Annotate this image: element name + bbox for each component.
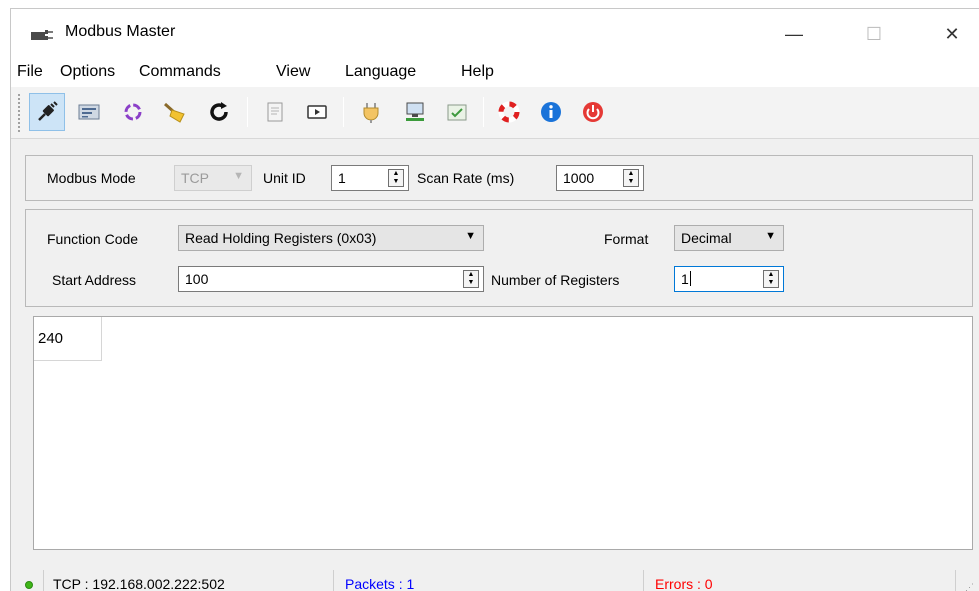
packets-count: Packets : 1 <box>345 576 415 591</box>
app-plug-icon <box>31 30 53 40</box>
clear-broom-icon[interactable] <box>157 93 193 131</box>
errors-count: Errors : 0 <box>655 576 713 591</box>
register-cell[interactable]: 240 <box>34 317 102 361</box>
num-registers-value: 1 <box>681 271 689 287</box>
chevron-down-icon: ▼ <box>765 230 776 242</box>
serial-settings-icon[interactable] <box>71 93 107 131</box>
status-separator <box>955 570 956 591</box>
start-address-spinbox[interactable]: 100 ▲ ▼ <box>178 266 484 292</box>
status-separator <box>43 570 44 591</box>
scan-rate-spinbox[interactable]: 1000 ▲ ▼ <box>556 165 644 191</box>
unit-id-label: Unit ID <box>263 170 306 186</box>
toolbar-separator <box>483 97 484 127</box>
unit-id-spinbox[interactable]: 1 ▲ ▼ <box>331 165 409 191</box>
help-lifebuoy-icon[interactable] <box>491 93 527 131</box>
format-value: Decimal <box>681 230 732 246</box>
plug-settings-icon[interactable] <box>353 93 389 131</box>
spin-updown-icon[interactable]: ▲ ▼ <box>763 270 779 288</box>
start-address-label: Start Address <box>52 272 137 288</box>
menu-help[interactable]: Help <box>461 63 494 81</box>
menu-language[interactable]: Language <box>345 63 416 81</box>
status-bar: TCP : 192.168.002.222:502 Packets : 1 Er… <box>11 564 979 591</box>
menu-options[interactable]: Options <box>60 63 115 81</box>
minimize-button[interactable]: — <box>779 21 809 47</box>
resize-grip-icon[interactable]: ⋰ <box>965 582 974 591</box>
text-caret <box>689 271 691 286</box>
toolbar-separator <box>343 97 344 127</box>
modbus-master-window: Modbus Master — ☐ ✕ File Options Command… <box>10 8 979 591</box>
menu-commands[interactable]: Commands <box>139 63 221 81</box>
exit-power-icon[interactable] <box>575 93 611 131</box>
window-title: Modbus Master <box>65 23 176 40</box>
format-label: Format <box>604 231 649 247</box>
spin-updown-icon[interactable]: ▲ ▼ <box>388 169 404 187</box>
menu-bar: File Options Commands View Language Help <box>11 57 979 87</box>
num-registers-spinbox[interactable]: 1 ▲ ▼ <box>674 266 784 292</box>
function-code-select[interactable]: Read Holding Registers (0x03) ▼ <box>178 225 484 251</box>
close-button[interactable]: ✕ <box>937 21 967 47</box>
spin-updown-icon[interactable]: ▲ ▼ <box>623 169 639 187</box>
chevron-down-icon: ▼ <box>233 170 244 182</box>
connection-settings-group: Modbus Mode TCP ▼ Unit ID 1 ▲ ▼ Scan Rate… <box>25 155 973 201</box>
start-address-value: 100 <box>185 271 209 287</box>
modbus-mode-select[interactable]: TCP ▼ <box>174 165 252 191</box>
toolbar-separator <box>247 97 248 127</box>
request-settings-group: Function Code Read Holding Registers (0x… <box>25 209 973 307</box>
chevron-down-icon: ▼ <box>465 230 476 242</box>
connection-status: TCP : 192.168.002.222:502 <box>53 576 225 591</box>
scan-rate-value: 1000 <box>563 170 595 186</box>
function-code-value: Read Holding Registers (0x03) <box>185 230 377 246</box>
status-separator <box>643 570 644 591</box>
reset-counters-icon[interactable] <box>201 93 237 131</box>
bus-monitor-icon[interactable] <box>299 93 335 131</box>
status-separator <box>333 570 334 591</box>
title-bar: Modbus Master — ☐ ✕ <box>11 9 979 57</box>
connection-led-icon <box>25 581 33 589</box>
spin-updown-icon[interactable]: ▲ ▼ <box>463 270 479 288</box>
function-code-label: Function Code <box>47 231 139 247</box>
checkmark-window-icon[interactable] <box>439 93 475 131</box>
num-registers-label: Number of Registers <box>491 272 620 288</box>
toolbar <box>11 87 979 139</box>
unit-id-value: 1 <box>338 170 346 186</box>
modbus-mode-label: Modbus Mode <box>47 170 136 186</box>
toolbar-grip[interactable] <box>17 93 21 133</box>
registers-table[interactable]: 240 <box>33 316 973 550</box>
scan-cycle-icon[interactable] <box>115 93 151 131</box>
tcp-network-icon[interactable] <box>397 93 433 131</box>
info-icon[interactable] <box>533 93 569 131</box>
format-select[interactable]: Decimal ▼ <box>674 225 784 251</box>
menu-view[interactable]: View <box>276 63 310 81</box>
connect-plug-icon[interactable] <box>29 93 65 131</box>
scan-rate-label: Scan Rate (ms) <box>417 170 515 186</box>
maximize-button[interactable]: ☐ <box>859 21 889 47</box>
modbus-mode-value: TCP <box>181 170 209 186</box>
menu-file[interactable]: File <box>17 63 43 81</box>
log-document-icon[interactable] <box>257 93 293 131</box>
